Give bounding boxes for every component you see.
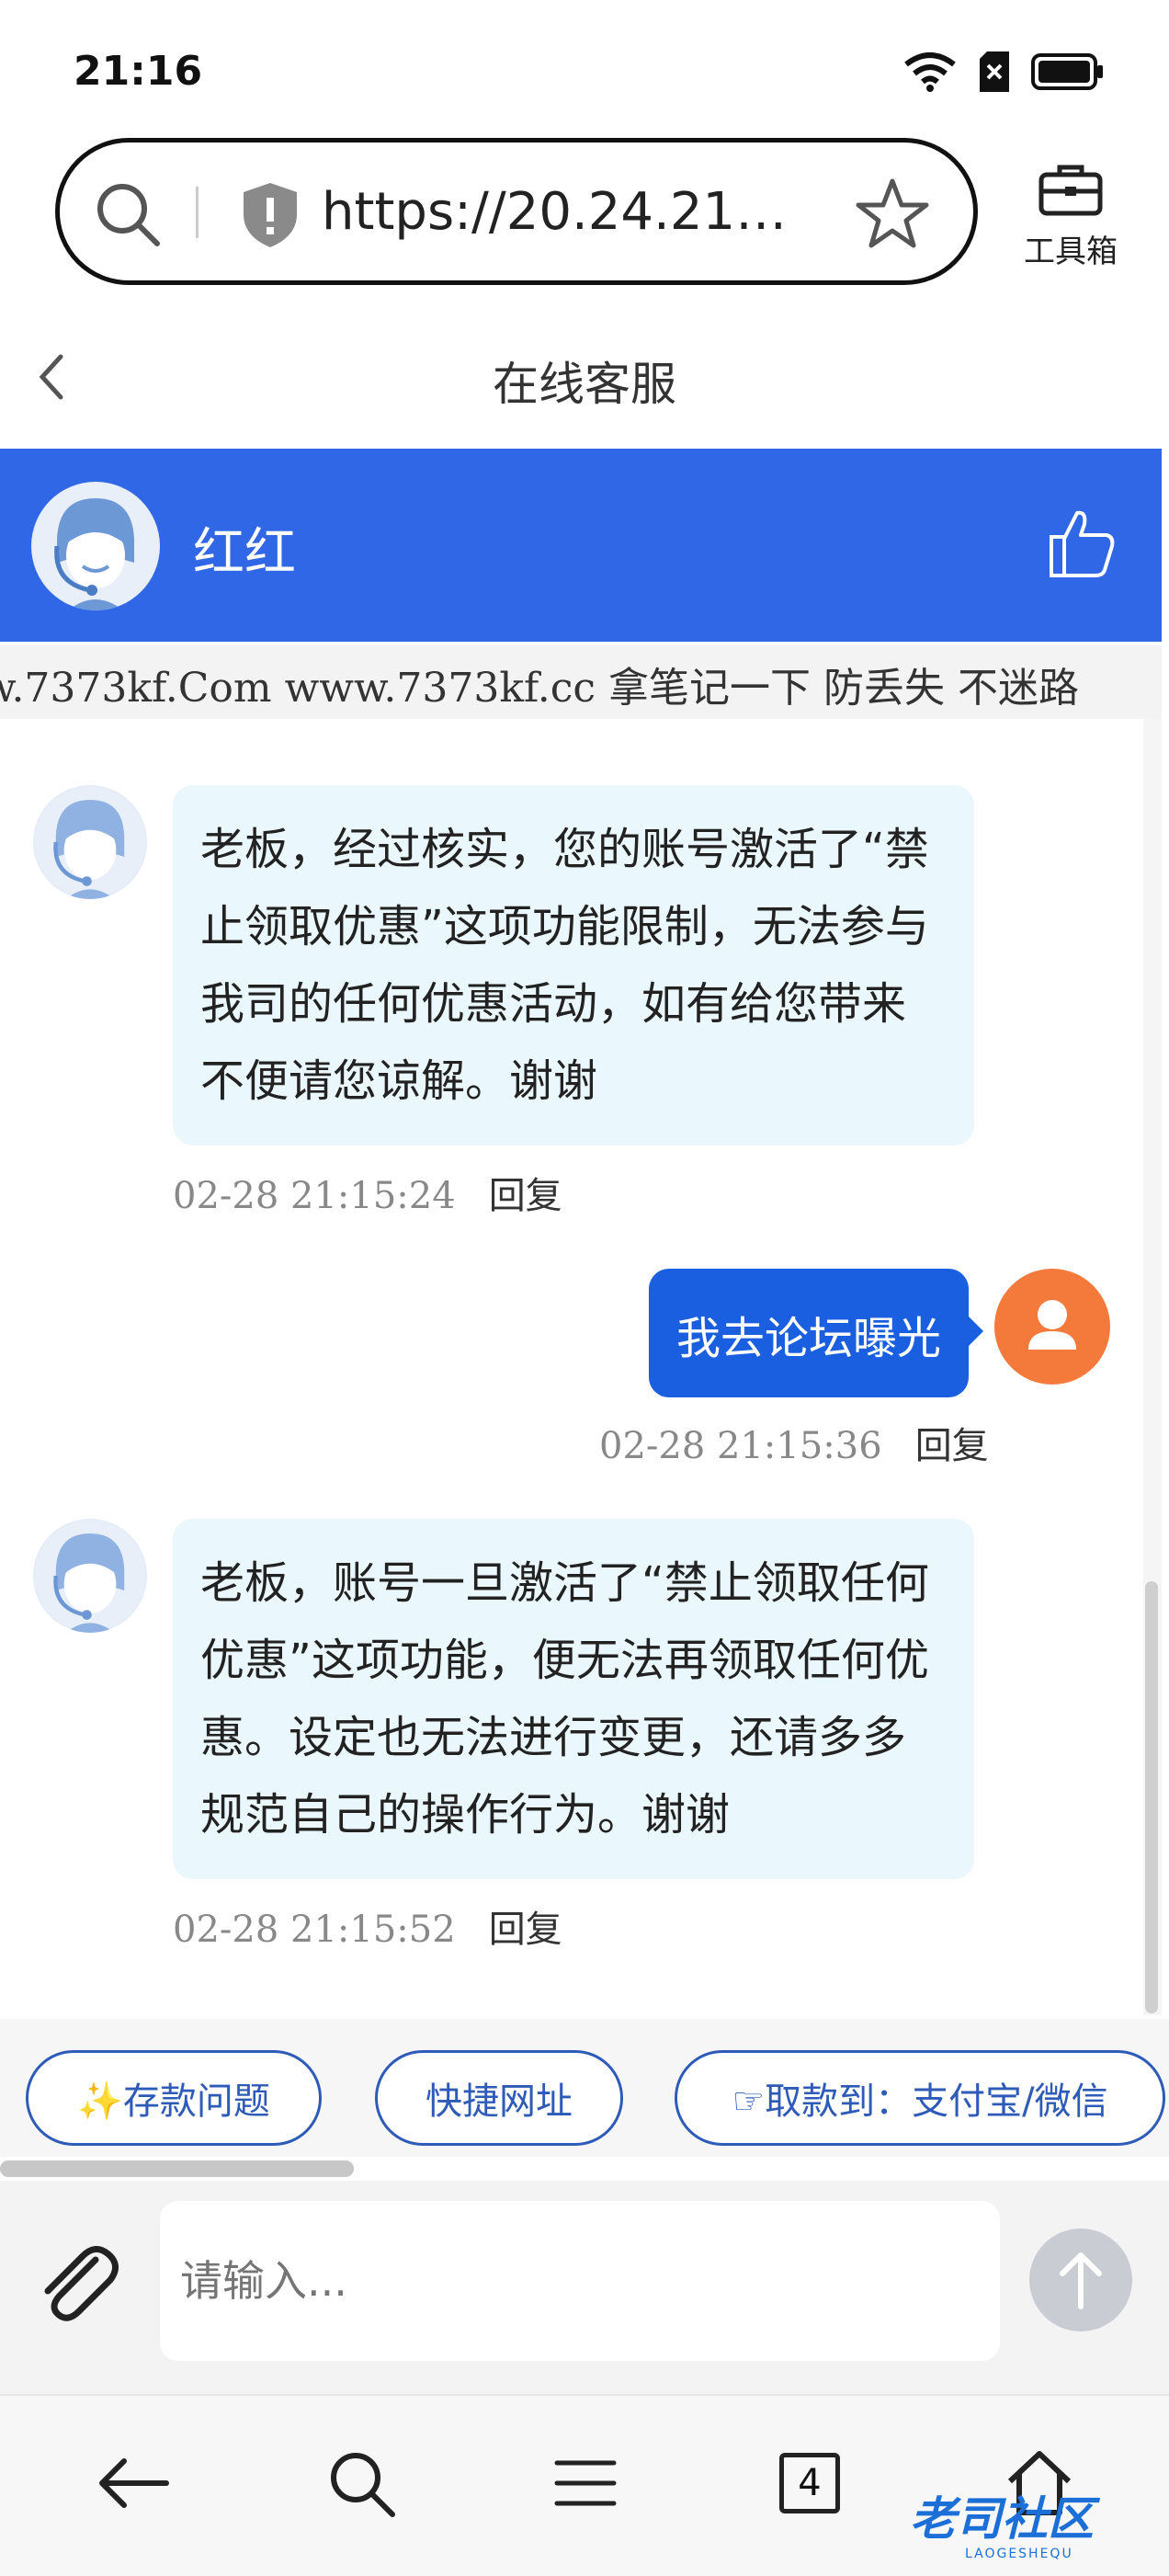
agent-header (0, 449, 1162, 642)
battery-icon (1031, 53, 1103, 90)
tab-count: 4 (798, 2462, 822, 2504)
message-meta: 02-28 21:15:52 回复 (173, 1899, 562, 1953)
toolbox-button[interactable]: 工具箱 (1011, 162, 1130, 271)
agent-message-avatar (33, 1519, 147, 1633)
announcement-marquee: w.7373kf.Com www.7373kf.cc 拿笔记一下 防丢失 不迷路 (0, 645, 1162, 719)
message-input[interactable] (160, 2201, 1000, 2361)
arrow-left-icon (99, 2458, 169, 2508)
chip-quick-links[interactable]: 快捷网址 (375, 2050, 623, 2146)
status-time: 21:16 (74, 48, 203, 95)
search-icon[interactable] (93, 179, 163, 249)
chat-scrollbar-thumb[interactable] (1145, 1581, 1158, 2013)
reply-button[interactable]: 回复 (489, 1175, 562, 1217)
agent-message-bubble: 老板，账号一旦激活了“禁止领取任何优惠”这项功能，便无法再领取任何优惠。设定也无… (173, 1519, 974, 1879)
thumbs-up-icon[interactable] (1046, 506, 1116, 579)
reply-button[interactable]: 回复 (489, 1909, 562, 1951)
user-message-bubble: 我去论坛曝光 (649, 1269, 969, 1397)
arrow-up-icon (1060, 2252, 1102, 2309)
tabs-icon: 4 (779, 2453, 840, 2513)
user-avatar (994, 1269, 1110, 1385)
toolbox-icon (1038, 165, 1103, 216)
reply-button[interactable]: 回复 (915, 1425, 989, 1467)
status-icons (902, 51, 1105, 92)
message-meta: 02-28 21:15:36 回复 (599, 1416, 989, 1469)
bubble-tail (967, 1315, 983, 1348)
nav-menu-button[interactable] (544, 2442, 627, 2525)
page-title: 在线客服 (493, 358, 676, 411)
watermark-logo: 老司社区 (910, 2492, 1094, 2546)
chip-deposit-question[interactable]: ✨存款问题 (26, 2050, 322, 2146)
agent-headset-icon (34, 786, 146, 899)
agent-message-bubble: 老板，经过核实，您的账号激活了“禁止领取优惠”这项功能限制，无法参与我司的任何优… (173, 785, 974, 1146)
watermark-subtext: LAOGESHEQU (965, 2547, 1073, 2561)
nav-search-button[interactable] (320, 2442, 403, 2525)
agent-message-avatar (33, 785, 147, 899)
paperclip-icon[interactable] (31, 2240, 123, 2331)
chip-withdraw-methods[interactable]: ☞取款到：支付宝/微信 (675, 2050, 1165, 2146)
message-timestamp: 02-28 21:15:52 (173, 1909, 456, 1951)
toolbox-label: 工具箱 (1024, 234, 1118, 270)
address-divider (196, 187, 199, 238)
agent-headset-icon (33, 484, 158, 610)
agent-avatar (31, 482, 160, 610)
star-icon[interactable] (856, 177, 929, 249)
send-button[interactable] (1029, 2228, 1132, 2331)
menu-icon (554, 2460, 617, 2506)
agent-headset-icon (34, 1520, 146, 1633)
wifi-icon (904, 52, 956, 92)
message-timestamp: 02-28 21:15:24 (173, 1175, 456, 1217)
search-icon (331, 2453, 395, 2517)
nav-tabs-button[interactable]: 4 (768, 2442, 851, 2525)
message-timestamp: 02-28 21:15:36 (599, 1425, 882, 1467)
chips-scrollbar[interactable] (0, 2160, 354, 2177)
url-text[interactable]: https://20.24.216.15... (322, 182, 818, 242)
nav-back-button[interactable] (92, 2442, 175, 2525)
message-meta: 02-28 21:15:24 回复 (173, 1166, 562, 1219)
marquee-text: w.7373kf.Com www.7373kf.cc 拿笔记一下 防丢失 不迷路 (0, 665, 1079, 712)
user-icon (1028, 1300, 1076, 1350)
shield-icon[interactable] (240, 181, 301, 249)
no-sim-icon (980, 51, 1009, 92)
agent-name: 红红 (193, 523, 296, 583)
